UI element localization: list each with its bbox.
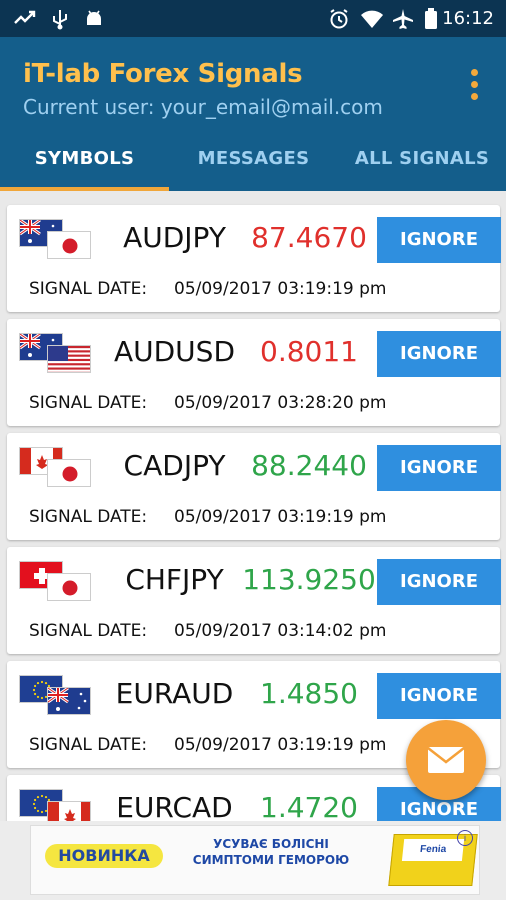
- ignore-button[interactable]: IGNORE: [377, 445, 501, 491]
- ad-banner[interactable]: НОВИНКА УСУВАЄ БОЛІСНІ СИМПТОМИ ГЕМОРОЮ …: [0, 821, 506, 900]
- symbol-price: 113.9250: [242, 563, 376, 596]
- ad-badge: НОВИНКА: [45, 844, 163, 868]
- signal-date-value: 05/09/2017 03:28:20 pm: [174, 393, 387, 413]
- signal-card[interactable]: AUDUSD 0.8011 IGNORE SIGNAL DATE: 05/09/2017…: [7, 319, 501, 426]
- alarm-icon: [328, 8, 350, 36]
- symbol-price: 1.4850: [260, 677, 358, 710]
- android-icon: [84, 8, 104, 36]
- signal-date-label: SIGNAL DATE:: [29, 507, 148, 527]
- ignore-button[interactable]: IGNORE: [377, 217, 501, 263]
- signal-date-value: 05/09/2017 03:19:19 pm: [174, 507, 387, 527]
- battery-icon: [424, 8, 438, 36]
- ad-text-line1: УСУВАЄ БОЛІСНІ: [213, 837, 329, 851]
- tab-messages[interactable]: MESSAGES: [169, 137, 338, 191]
- symbol-name: CADJPY: [123, 449, 226, 482]
- australia-flag-icon: [47, 687, 91, 715]
- signal-date-label: SIGNAL DATE:: [29, 393, 148, 413]
- signal-card[interactable]: AUDJPY 87.4670 IGNORE SIGNAL DATE: 05/09/201…: [7, 205, 501, 312]
- airplane-icon: [392, 8, 414, 36]
- usa-flag-icon: [47, 345, 91, 373]
- symbol-price: 0.8011: [260, 335, 358, 368]
- currency-flags: [19, 219, 91, 265]
- currency-flags: [19, 333, 91, 379]
- japan-flag-icon: [47, 459, 91, 487]
- signal-date-value: 05/09/2017 03:14:02 pm: [174, 621, 387, 641]
- tab-bar: SYMBOLS MESSAGES ALL SIGNALS: [0, 137, 506, 191]
- symbol-price: 88.2440: [251, 449, 367, 482]
- symbol-name: EURAUD: [115, 677, 234, 710]
- symbol-price: 1.4720: [260, 791, 358, 821]
- symbol-price: 87.4670: [251, 221, 367, 254]
- overflow-menu-icon[interactable]: [462, 69, 486, 105]
- signal-date-value: 05/09/2017 03:19:19 pm: [174, 735, 387, 755]
- signal-date-label: SIGNAL DATE:: [29, 735, 148, 755]
- mail-icon: [427, 747, 465, 773]
- japan-flag-icon: [47, 231, 91, 259]
- app-title: iT-lab Forex Signals: [23, 59, 303, 89]
- ad-info-icon[interactable]: i: [457, 830, 473, 846]
- ad-content[interactable]: НОВИНКА УСУВАЄ БОЛІСНІ СИМПТОМИ ГЕМОРОЮ …: [30, 825, 480, 895]
- status-time: 16:12: [442, 8, 494, 29]
- symbol-name: AUDJPY: [123, 221, 226, 254]
- signal-date-label: SIGNAL DATE:: [29, 279, 148, 299]
- signal-card[interactable]: CADJPY 88.2440 IGNORE SIGNAL DATE: 05/09/201…: [7, 433, 501, 540]
- ignore-button[interactable]: IGNORE: [377, 673, 501, 719]
- symbol-name: EURCAD: [116, 791, 233, 821]
- ignore-button[interactable]: IGNORE: [377, 559, 501, 605]
- symbol-name: CHFJPY: [125, 563, 224, 596]
- currency-flags: [19, 561, 91, 607]
- symbol-name: AUDUSD: [113, 335, 236, 368]
- signal-date-value: 05/09/2017 03:19:19 pm: [174, 279, 387, 299]
- currency-flags: [19, 447, 91, 493]
- canada-flag-icon: [47, 801, 91, 821]
- currency-flags: [19, 789, 91, 821]
- trending-icon: [14, 8, 36, 34]
- currency-flags: [19, 675, 91, 721]
- japan-flag-icon: [47, 573, 91, 601]
- current-user: Current user: your_email@mail.com: [23, 95, 383, 119]
- status-bar: 16:12: [0, 0, 506, 37]
- usb-icon: [50, 8, 70, 36]
- tab-all-signals[interactable]: ALL SIGNALS: [338, 137, 506, 191]
- ad-text: УСУВАЄ БОЛІСНІ СИМПТОМИ ГЕМОРОЮ: [191, 836, 351, 868]
- wifi-icon: [360, 8, 384, 36]
- signal-card[interactable]: CHFJPY 113.9250 IGNORE SIGNAL DATE: 05/09/20…: [7, 547, 501, 654]
- tab-symbols[interactable]: SYMBOLS: [0, 137, 169, 191]
- ad-text-line2: СИМПТОМИ ГЕМОРОЮ: [192, 853, 350, 867]
- signal-date-label: SIGNAL DATE:: [29, 621, 148, 641]
- app-bar: iT-lab Forex Signals Current user: your_…: [0, 37, 506, 191]
- ad-product-label: Fenia: [401, 839, 465, 861]
- ignore-button[interactable]: IGNORE: [377, 331, 501, 377]
- compose-message-button[interactable]: [406, 720, 486, 800]
